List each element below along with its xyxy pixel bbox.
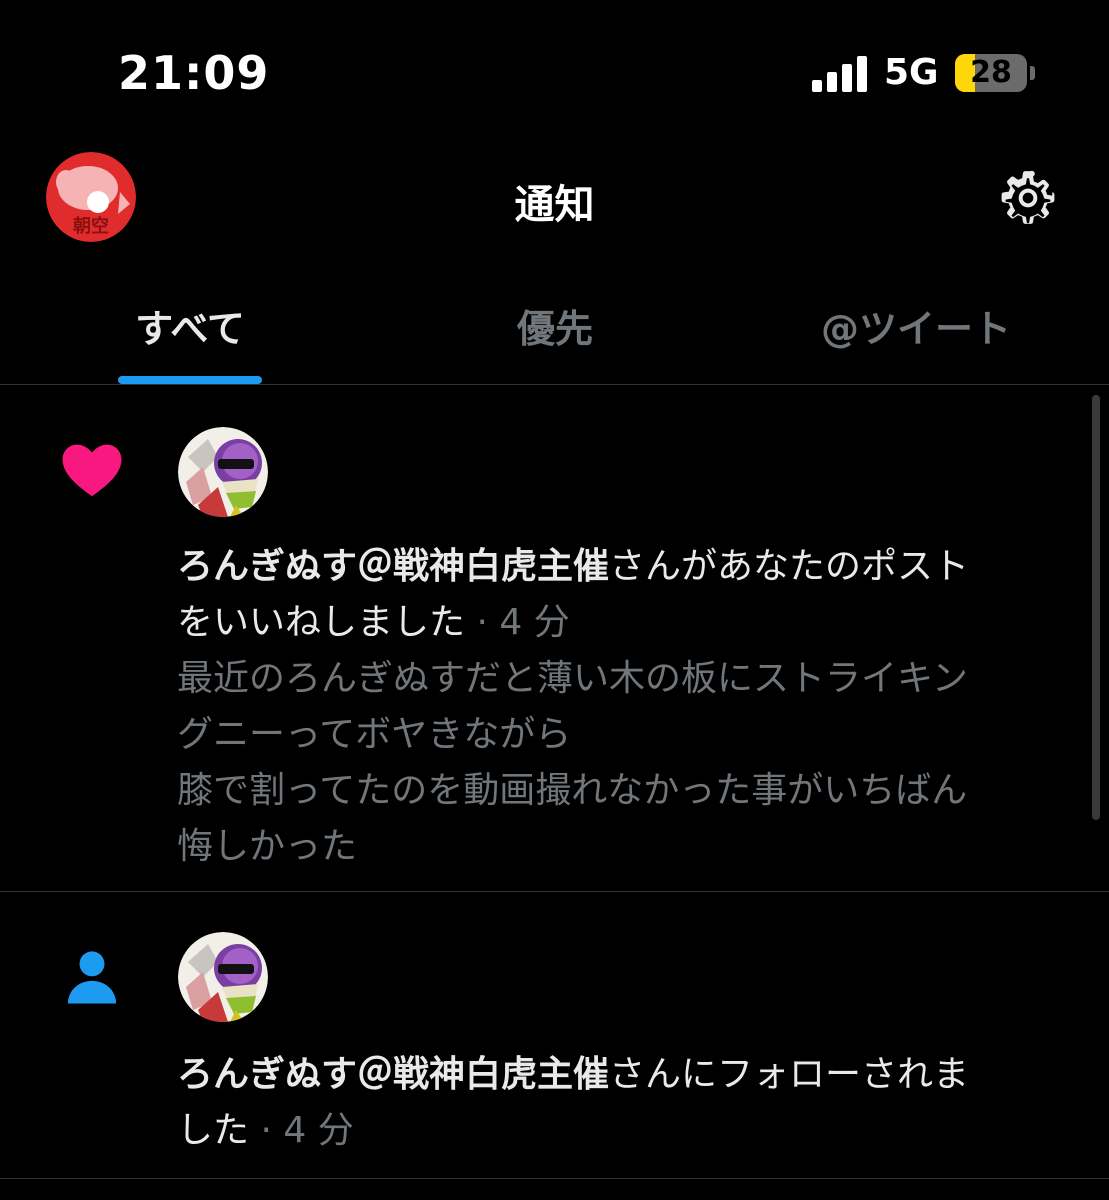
action-text-2: をいいねしました	[177, 602, 466, 643]
action-text-2: した	[177, 1110, 250, 1151]
post-line: グニーってボヤきながら	[177, 714, 572, 755]
scrollbar[interactable]	[1092, 395, 1100, 820]
heart-icon	[58, 435, 126, 503]
timestamp: · 4 分	[465, 602, 570, 643]
tab-active-indicator	[118, 376, 262, 384]
top-header: 朝空 通知	[0, 140, 1109, 255]
notification-like[interactable]: ろんぎぬす＠戦神白虎主催さんがあなたのポストをいいねしました · 4 分 最近の…	[0, 385, 1109, 892]
cellular-signal-icon	[812, 56, 868, 92]
timestamp: · 4 分	[249, 1110, 354, 1151]
notification-follow[interactable]: ろんぎぬす＠戦神白虎主催さんにフォローされました · 4 分	[0, 892, 1109, 1179]
status-bar: 21:09 5G 28	[0, 0, 1109, 140]
tab-all[interactable]: すべて	[0, 270, 380, 384]
post-line: 膝で割ってたのを動画撮れなかった事がいちばん	[177, 770, 968, 811]
notification-text: ろんぎぬす＠戦神白虎主催さんがあなたのポストをいいねしました · 4 分	[177, 539, 1067, 651]
tab-label: @ツイート	[820, 307, 1011, 351]
tab-label: 優先	[516, 307, 593, 351]
user-avatar-image	[178, 932, 268, 1022]
gear-icon	[1001, 170, 1055, 224]
action-text: さんにフォローされま	[609, 1054, 970, 1095]
notification-text: ろんぎぬす＠戦神白虎主催さんにフォローされました · 4 分	[177, 1047, 1067, 1159]
tab-label: すべて	[135, 307, 245, 351]
post-line: 最近のろんぎぬすだと薄い木の板にストライキン	[177, 658, 968, 699]
battery-icon: 28	[955, 54, 1027, 92]
tab-priority[interactable]: 優先	[370, 270, 740, 384]
user-name[interactable]: ろんぎぬす＠戦神白虎主催	[177, 546, 609, 587]
network-type: 5G	[884, 52, 939, 93]
battery-level: 28	[970, 55, 1012, 90]
liked-post-preview: 最近のろんぎぬすだと薄い木の板にストライキン グニーってボヤきながら 膝で割って…	[177, 651, 1067, 875]
tab-mentions[interactable]: @ツイート	[740, 270, 1092, 384]
user-avatar[interactable]	[178, 427, 268, 517]
page-title: 通知	[514, 182, 595, 228]
person-icon	[58, 944, 126, 1012]
post-line: 悔しかった	[177, 826, 358, 867]
battery-tip	[1030, 66, 1035, 80]
user-name[interactable]: ろんぎぬす＠戦神白虎主催	[177, 1054, 609, 1095]
user-avatar-image	[178, 427, 268, 517]
notification-tabs: すべて 優先 @ツイート	[0, 270, 1109, 385]
notifications-screen: 21:09 5G 28 朝空 通知 すべて 優先 @ツイート ろんぎぬす＠戦神白…	[0, 0, 1109, 1200]
settings-button[interactable]	[996, 166, 1060, 230]
user-avatar[interactable]	[178, 932, 268, 1022]
action-text: さんがあなたのポスト	[609, 546, 970, 587]
status-time: 21:09	[118, 46, 270, 100]
